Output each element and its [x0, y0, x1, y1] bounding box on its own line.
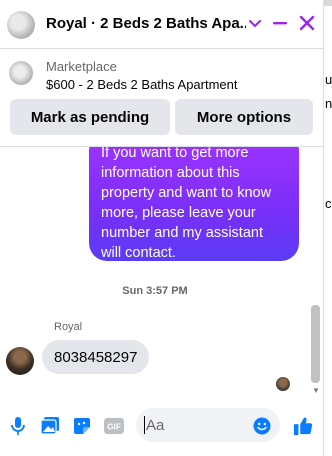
gif-icon[interactable]: GIF — [104, 416, 124, 436]
seen-avatar — [276, 377, 290, 391]
scroll-down-arrow-icon[interactable]: ▼ — [312, 386, 320, 395]
page-edge-text: n — [325, 96, 332, 111]
like-icon[interactable] — [293, 416, 313, 436]
listing-photo[interactable] — [9, 61, 33, 85]
incoming-message[interactable]: 8038458297 — [42, 340, 150, 374]
chat-header: Royal · 2 Beds 2 Baths Apa... — [0, 0, 323, 49]
text-caret — [144, 416, 145, 434]
marketplace-listing: Marketplace $600 - 2 Beds 2 Baths Apartm… — [0, 50, 323, 146]
message-timestamp: Sun 3:57 PM — [122, 285, 188, 297]
marketplace-label: Marketplace — [46, 59, 117, 74]
message-line: will contact. — [101, 245, 176, 261]
composer: GIF Aa — [0, 398, 323, 456]
page-edge-bar — [324, 0, 332, 6]
listing-summary[interactable]: $600 - 2 Beds 2 Baths Apartment — [46, 77, 238, 92]
page-edge-text: u — [325, 72, 332, 87]
chevron-down-icon[interactable] — [245, 13, 265, 33]
message-line: number and my assistant — [101, 225, 263, 241]
chat-title[interactable]: Royal · 2 Beds 2 Baths Apa... — [46, 15, 246, 32]
message-list: If you want to get more information abou… — [0, 146, 323, 399]
message-line: property and want to know — [101, 185, 272, 201]
svg-text:GIF: GIF — [107, 423, 121, 432]
sender-avatar[interactable] — [6, 347, 34, 375]
photo-icon[interactable] — [40, 416, 60, 436]
outgoing-message[interactable]: If you want to get more information abou… — [89, 146, 299, 261]
mark-as-pending-button[interactable]: Mark as pending — [10, 99, 170, 135]
microphone-icon[interactable] — [8, 416, 28, 436]
minimize-icon[interactable] — [270, 13, 290, 33]
emoji-icon[interactable] — [252, 416, 272, 436]
scrollbar-thumb[interactable] — [311, 305, 320, 383]
message-line: more, please leave your — [101, 205, 256, 221]
background-page-edge: u n c — [324, 0, 332, 456]
page-edge-text: c — [325, 196, 332, 211]
more-options-button[interactable]: More options — [175, 99, 313, 135]
sender-name: Royal — [54, 321, 83, 333]
close-icon[interactable] — [297, 13, 317, 33]
chat-window: Royal · 2 Beds 2 Baths Apa... Marketplac… — [0, 0, 324, 456]
message-line: information about this — [101, 165, 240, 181]
sticker-icon[interactable] — [72, 416, 92, 436]
message-line: If you want to get more — [101, 146, 249, 161]
message-placeholder: Aa — [146, 417, 165, 434]
message-scrollbar[interactable]: ▼ — [309, 147, 323, 399]
listing-thumbnail[interactable] — [7, 11, 35, 39]
